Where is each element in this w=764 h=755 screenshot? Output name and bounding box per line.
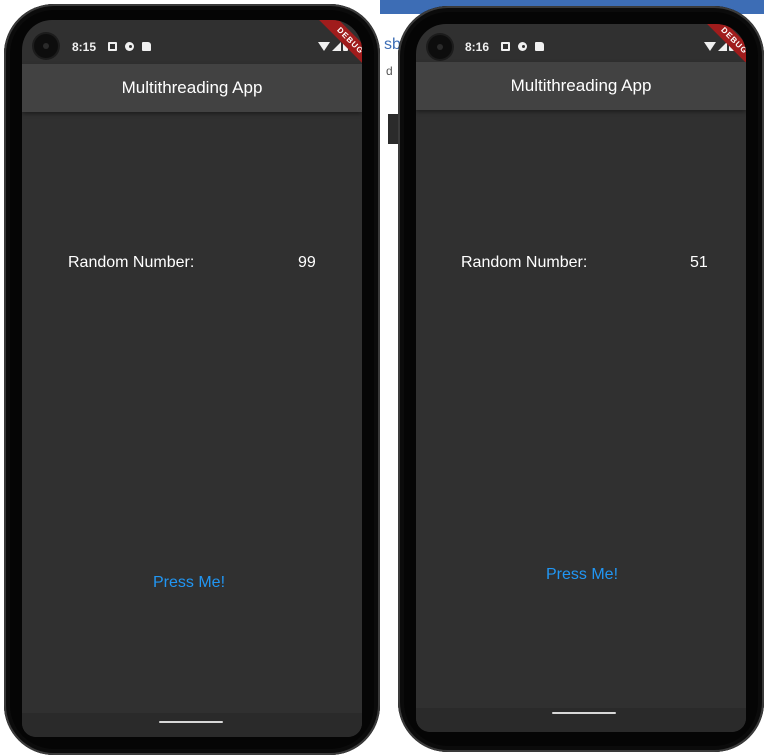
- sd-card-icon: [535, 42, 544, 51]
- app-title: Multithreading App: [121, 78, 263, 97]
- app-bar: Multithreading App: [416, 62, 746, 110]
- random-number-value: 99: [298, 254, 316, 271]
- a-icon: [108, 42, 117, 51]
- a-icon: [501, 42, 510, 51]
- status-bar: 8:16: [416, 24, 746, 62]
- random-number-label: Random Number:: [461, 254, 588, 271]
- front-camera-icon: [428, 35, 452, 59]
- p-icon: [125, 42, 134, 51]
- p-icon: [518, 42, 527, 51]
- press-me-button[interactable]: Press Me!: [153, 574, 225, 592]
- press-me-button[interactable]: Press Me!: [546, 566, 618, 584]
- background-partial-text-2: d: [386, 64, 393, 78]
- random-number-value: 51: [690, 254, 708, 271]
- home-indicator[interactable]: [552, 712, 616, 714]
- random-number-label: Random Number:: [68, 254, 195, 271]
- front-camera-icon: [34, 34, 58, 58]
- sd-card-icon: [142, 42, 151, 51]
- status-time: 8:16: [465, 40, 490, 54]
- wifi-icon: [318, 41, 330, 51]
- signal-icon: [332, 41, 341, 51]
- navigation-bar: [416, 708, 746, 732]
- wifi-icon: [704, 41, 716, 51]
- app-title: Multithreading App: [510, 76, 652, 95]
- phone-frame-left: 8:15 DEBUG Multithreading App Random Num…: [4, 4, 380, 755]
- status-time: 8:15: [72, 40, 97, 54]
- home-indicator[interactable]: [159, 721, 223, 723]
- phone-frame-right: 8:16 DEBUG Multithreading App Random Num…: [398, 6, 764, 752]
- status-bar: 8:15: [22, 20, 362, 58]
- phone-screen: 8:15 DEBUG Multithreading App Random Num…: [22, 20, 362, 737]
- phone-screen: 8:16 DEBUG Multithreading App Random Num…: [416, 24, 746, 732]
- navigation-bar: [22, 713, 362, 737]
- app-bar: Multithreading App: [22, 64, 362, 112]
